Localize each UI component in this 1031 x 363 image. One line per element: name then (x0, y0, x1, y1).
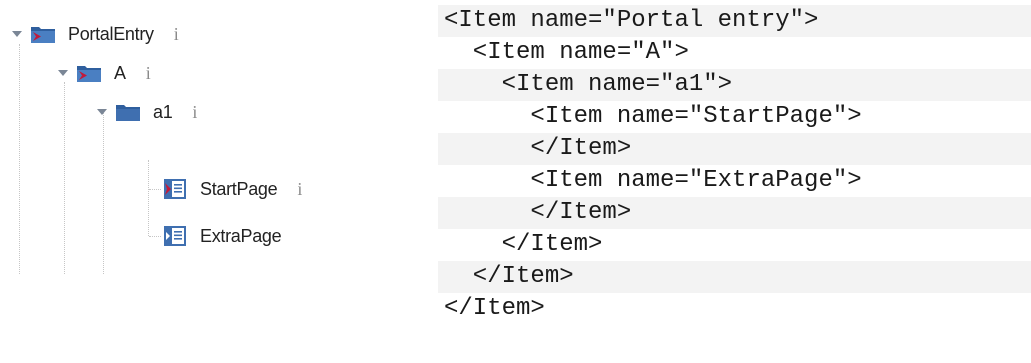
code-line: <Item name="Portal entry"> (438, 5, 1031, 37)
tree-node-label[interactable]: StartPage (200, 179, 278, 200)
tree-node-label[interactable]: a1 (153, 102, 173, 123)
portal-folder-icon (30, 23, 56, 45)
collapse-arrow-icon[interactable] (10, 27, 24, 41)
code-line: <Item name="ExtraPage"> (444, 167, 862, 194)
code-line: <Item name="a1"> (438, 69, 1031, 101)
tree-guide (64, 82, 65, 274)
tree-panel: PortalEntry i A i a1 i StartPage i Extra… (0, 0, 440, 363)
tree-node-extra-page[interactable]: ExtraPage (162, 222, 282, 250)
code-line: <Item name="StartPage"> (444, 103, 862, 130)
page-icon (162, 225, 188, 247)
code-line: </Item> (438, 261, 1031, 293)
code-line: </Item> (444, 295, 545, 322)
collapse-arrow-icon[interactable] (56, 66, 70, 80)
code-line: <Item name="A"> (444, 39, 689, 66)
tree-node-a[interactable]: A i (56, 59, 151, 87)
info-icon[interactable]: i (174, 24, 179, 45)
xml-code-block: <Item name="Portal entry"> <Item name="A… (438, 5, 1031, 325)
tree-node-portal-entry[interactable]: PortalEntry i (10, 20, 179, 48)
code-line: </Item> (438, 133, 1031, 165)
tree-node-label[interactable]: A (114, 63, 126, 84)
tree-node-label[interactable]: PortalEntry (68, 24, 154, 45)
tree-guide (148, 160, 149, 236)
folder-icon (115, 101, 141, 123)
tree-guide (149, 189, 161, 190)
page-icon (162, 178, 188, 200)
tree-node-label[interactable]: ExtraPage (200, 226, 282, 247)
info-icon[interactable]: i (146, 63, 151, 84)
collapse-arrow-icon[interactable] (95, 105, 109, 119)
portal-folder-icon (76, 62, 102, 84)
tree-guide (19, 44, 20, 274)
info-icon[interactable]: i (192, 102, 197, 123)
tree-guide (149, 236, 161, 237)
tree-node-a1[interactable]: a1 i (95, 98, 197, 126)
info-icon[interactable]: i (297, 179, 302, 200)
code-line: </Item> (444, 231, 603, 258)
code-line: </Item> (438, 197, 1031, 229)
tree-guide (103, 110, 104, 274)
tree-node-start-page[interactable]: StartPage i (162, 175, 302, 203)
